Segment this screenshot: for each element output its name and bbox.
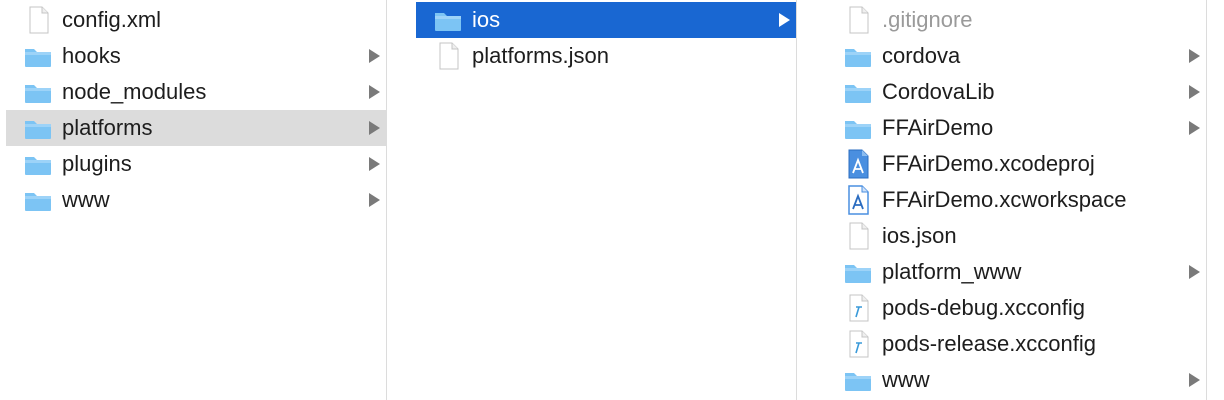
document-icon [22,4,54,36]
folder-icon [842,112,874,144]
list-item-ffairdemo-xcodeproj[interactable]: FFAirDemo.xcodeproj [826,146,1206,182]
folder-icon [842,364,874,396]
list-item-www[interactable]: www [6,182,386,218]
item-label: plugins [62,151,132,176]
disclosure-arrow-icon[interactable] [369,193,380,207]
column-browser: config.xml hooks node_modules platforms … [0,0,1224,400]
list-item-plugins[interactable]: plugins [6,146,386,182]
disclosure-arrow-icon[interactable] [1189,265,1200,279]
item-label: FFAirDemo [882,115,994,140]
item-label: node_modules [62,79,207,104]
list-item-ffairdemo[interactable]: FFAirDemo [826,110,1206,146]
list-item-ffairdemo-xcworkspace[interactable]: FFAirDemo.xcworkspace [826,182,1206,218]
disclosure-arrow-icon[interactable] [369,157,380,171]
disclosure-arrow-icon[interactable] [1189,85,1200,99]
folder-icon [22,148,54,180]
list-item-pods-release-xcconfig[interactable]: pods-release.xcconfig [826,326,1206,362]
list-item-node-modules[interactable]: node_modules [6,74,386,110]
folder-icon [842,40,874,72]
disclosure-arrow-icon[interactable] [779,13,790,27]
list-item-www[interactable]: www [826,362,1206,398]
column-divider[interactable] [386,0,387,400]
item-label: CordovaLib [882,79,995,104]
item-label: pods-release.xcconfig [882,331,1097,356]
item-label: cordova [882,43,961,68]
list-item-config-xml[interactable]: config.xml [6,2,386,38]
item-label: platforms [62,115,153,140]
disclosure-arrow-icon[interactable] [1189,49,1200,63]
folder-icon [432,4,464,36]
list-item-gitignore[interactable]: .gitignore [826,2,1206,38]
item-label: config.xml [62,7,162,32]
disclosure-arrow-icon[interactable] [1189,373,1200,387]
folder-icon [22,112,54,144]
item-label: FFAirDemo.xcworkspace [882,187,1127,212]
disclosure-arrow-icon[interactable] [369,49,380,63]
item-label: www [882,367,930,392]
item-label: FFAirDemo.xcodeproj [882,151,1095,176]
folder-icon [22,40,54,72]
disclosure-arrow-icon[interactable] [369,121,380,135]
list-item-cordova[interactable]: cordova [826,38,1206,74]
folder-icon [842,256,874,288]
folder-icon [842,76,874,108]
folder-icon [22,184,54,216]
column-divider[interactable] [1206,0,1207,400]
document-icon [842,4,874,36]
xcconfig-icon [842,328,874,360]
list-item-platform-www[interactable]: platform_www [826,254,1206,290]
document-icon [842,220,874,252]
folder-icon [22,76,54,108]
item-label: platform_www [882,259,1022,284]
list-item-platforms[interactable]: platforms [6,110,386,146]
list-item-platforms-json[interactable]: platforms.json [416,38,796,74]
column-platforms: ios platforms.json [416,0,796,400]
list-item-ios[interactable]: ios [416,2,796,38]
item-label: www [62,187,110,212]
column-project: config.xml hooks node_modules platforms … [6,0,386,400]
xcode-workspace-icon [842,184,874,216]
column-ios: .gitignore cordova CordovaLib FFAirDemo … [826,0,1206,400]
disclosure-arrow-icon[interactable] [1189,121,1200,135]
list-item-cordovalib[interactable]: CordovaLib [826,74,1206,110]
xcconfig-icon [842,292,874,324]
item-label: ios.json [882,223,957,248]
document-icon [432,40,464,72]
list-item-ios-json[interactable]: ios.json [826,218,1206,254]
item-label: pods-debug.xcconfig [882,295,1086,320]
item-label: hooks [62,43,121,68]
item-label: .gitignore [882,7,973,32]
item-label: platforms.json [472,43,609,68]
disclosure-arrow-icon[interactable] [369,85,380,99]
xcode-project-icon [842,148,874,180]
list-item-pods-debug-xcconfig[interactable]: pods-debug.xcconfig [826,290,1206,326]
column-divider[interactable] [796,0,797,400]
list-item-hooks[interactable]: hooks [6,38,386,74]
item-label: ios [472,7,501,32]
